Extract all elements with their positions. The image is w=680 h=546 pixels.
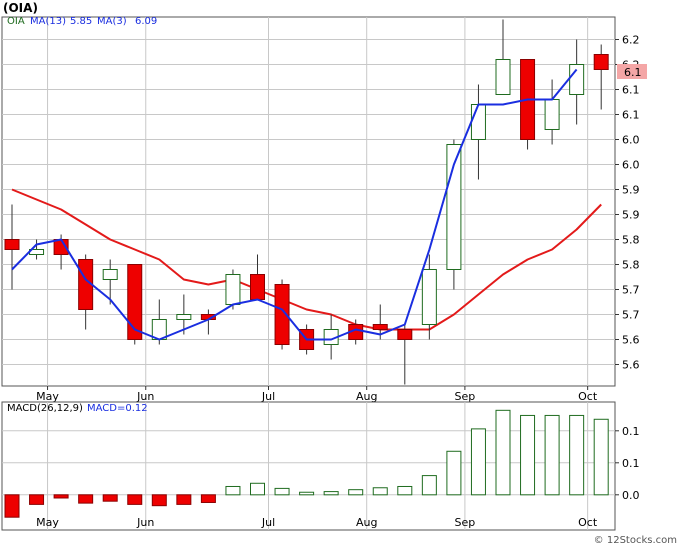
macd-bar bbox=[176, 494, 192, 505]
macd-bar bbox=[299, 491, 315, 496]
price-legend: OIA MA(13) 5.85 MA(3) 6.09 bbox=[7, 16, 157, 27]
price-y-tick-label: 6.0 bbox=[622, 134, 640, 147]
macd-bar bbox=[593, 418, 609, 496]
price-y-tick-label: 6.1 bbox=[622, 84, 640, 97]
price-panel: OIA MA(13) 5.85 MA(3) 6.09 bbox=[1, 16, 616, 387]
price-y-tick-label: 5.6 bbox=[622, 359, 640, 372]
macd-bar bbox=[470, 428, 486, 496]
macd-x-tick-label: Sep bbox=[455, 516, 476, 529]
candle-body bbox=[544, 99, 560, 130]
macd-bar bbox=[544, 414, 560, 496]
price-x-tick-label: Aug bbox=[356, 390, 377, 403]
candle-body bbox=[495, 59, 511, 95]
macd-bar bbox=[397, 485, 413, 496]
macd-panel: MACD(26,12,9) MACD=0.12 bbox=[1, 401, 616, 531]
candle-body bbox=[176, 314, 192, 320]
macd-bar bbox=[495, 409, 511, 496]
chart-title: (OIA) bbox=[3, 1, 38, 15]
macd-x-tick-label: Jul bbox=[261, 516, 275, 529]
price-y-tick-label: 6.2 bbox=[622, 34, 640, 47]
macd-y-tick-label: 0.0 bbox=[622, 489, 640, 502]
price-x-tick-label: Jun bbox=[136, 390, 154, 403]
macd-bar bbox=[78, 494, 94, 504]
candle bbox=[520, 59, 536, 150]
macd-y-axis: 0.0 0.1 0.1 bbox=[615, 425, 640, 502]
candle-body bbox=[569, 64, 585, 95]
macd-bar bbox=[372, 487, 388, 496]
macd-bar bbox=[323, 491, 339, 496]
candle-body bbox=[470, 104, 486, 140]
last-price-badge: 6.1 bbox=[617, 64, 647, 79]
watermark: © 12Stocks.com bbox=[594, 535, 677, 546]
macd-bar bbox=[53, 494, 69, 499]
price-x-tick-label: Sep bbox=[455, 390, 476, 403]
macd-bar bbox=[569, 414, 585, 496]
macd-legend-label: MACD(26,12,9) bbox=[7, 403, 83, 414]
macd-x-tick-label: Jun bbox=[136, 516, 154, 529]
price-y-tick-label: 6.0 bbox=[622, 159, 640, 172]
price-y-tick-label: 5.9 bbox=[622, 184, 640, 197]
candle-body bbox=[593, 54, 609, 70]
price-x-tick-label: Jul bbox=[261, 390, 275, 403]
macd-bar bbox=[274, 487, 290, 496]
candle-body bbox=[372, 324, 388, 330]
legend-ma3-value: 6.09 bbox=[135, 16, 157, 27]
candle-body bbox=[4, 239, 20, 250]
macd-legend-value: MACD=0.12 bbox=[87, 403, 148, 414]
macd-bar bbox=[225, 485, 241, 496]
price-y-tick-label: 5.7 bbox=[622, 284, 640, 297]
price-y-tick-label: 6.1 bbox=[622, 109, 640, 122]
price-y-tick-label: 5.9 bbox=[622, 209, 640, 222]
macd-y-tick-label: 0.1 bbox=[622, 457, 640, 470]
macd-x-tick-label: Oct bbox=[578, 516, 598, 529]
legend-ticker: OIA bbox=[7, 16, 25, 27]
price-x-axis: May Jun Jul Aug Sep Oct bbox=[36, 386, 598, 403]
legend-ma13-label: MA(13) bbox=[30, 16, 66, 27]
macd-bar bbox=[200, 494, 216, 503]
price-y-axis: 5.6 5.6 5.7 5.7 5.8 5.8 5.9 5.9 6.0 6.0 6.1 6.1 6.2 6… bbox=[615, 34, 640, 372]
macd-bar bbox=[446, 450, 462, 496]
price-y-tick-label: 5.6 bbox=[622, 334, 640, 347]
macd-bar bbox=[421, 475, 437, 496]
candle-body bbox=[102, 269, 118, 280]
candle-body bbox=[250, 274, 265, 300]
macd-bar bbox=[102, 494, 118, 502]
macd-bar bbox=[127, 494, 143, 505]
price-x-tick-label: Oct bbox=[578, 390, 598, 403]
macd-bar bbox=[250, 482, 265, 496]
macd-bar bbox=[348, 489, 364, 496]
macd-bar bbox=[151, 494, 167, 507]
macd-bar bbox=[29, 494, 45, 505]
candle-body bbox=[397, 329, 413, 340]
legend-ma13-value: 5.85 bbox=[70, 16, 92, 27]
macd-bar bbox=[520, 414, 536, 496]
price-y-tick-label: 5.8 bbox=[622, 259, 640, 272]
macd-legend: MACD(26,12,9) MACD=0.12 bbox=[7, 403, 148, 414]
macd-x-tick-label: May bbox=[36, 516, 59, 529]
candle-body bbox=[421, 269, 437, 325]
price-x-tick-label: May bbox=[36, 390, 59, 403]
macd-y-tick-label: 0.1 bbox=[622, 425, 640, 438]
price-y-tick-label: 5.7 bbox=[622, 309, 640, 322]
macd-bar bbox=[4, 494, 20, 518]
price-y-tick-label: 5.8 bbox=[622, 234, 640, 247]
stock-chart: (OIA) OIA MA(13) 5.85 MA(3) 6.09 5.65.65… bbox=[1, 1, 677, 546]
macd-x-tick-label: Aug bbox=[356, 516, 377, 529]
legend-ma3-label: MA(3) bbox=[97, 16, 127, 27]
candle-body bbox=[225, 274, 241, 305]
last-price-label: 6.1 bbox=[624, 66, 642, 79]
